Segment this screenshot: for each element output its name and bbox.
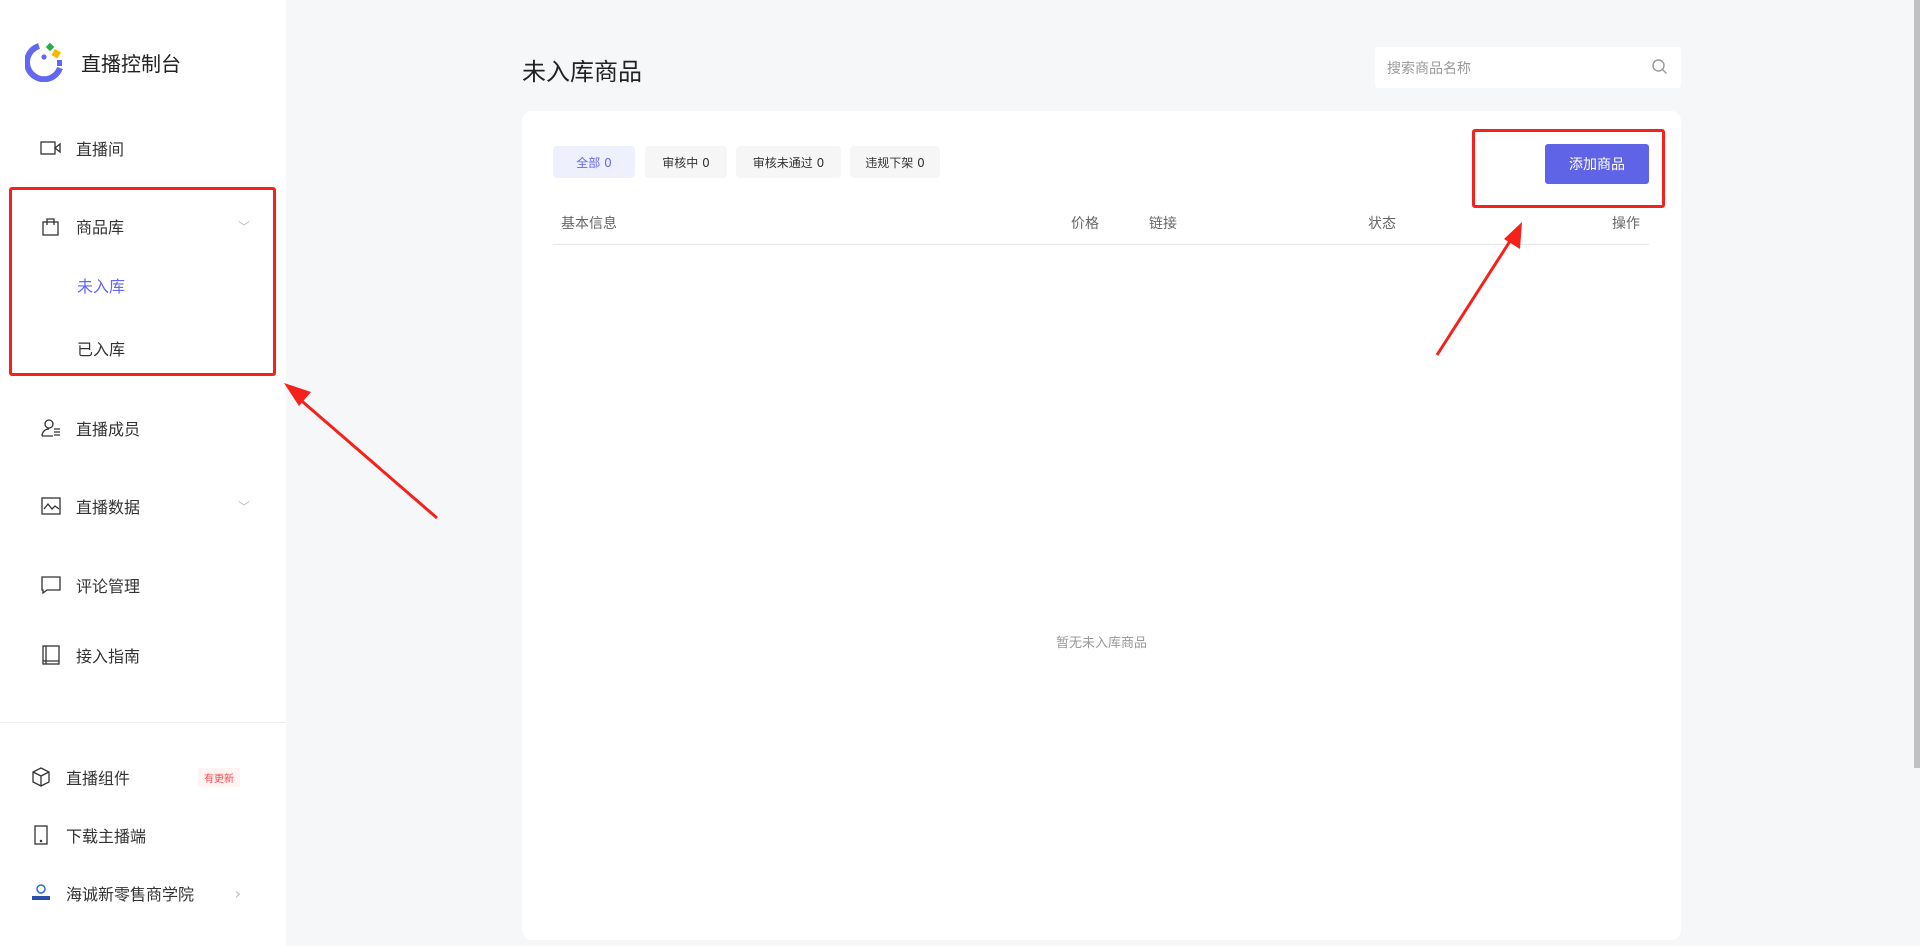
chevron-down-icon: ﹀: [237, 499, 250, 514]
search-placeholder: 搜索商品名称: [1387, 60, 1471, 77]
sidebar-item-label: 下载主播端: [66, 827, 147, 846]
member-icon: [41, 419, 60, 437]
page-title: 未入库商品: [522, 58, 642, 86]
column-actions: 操作: [1612, 216, 1640, 232]
sidebar-item-download-host[interactable]: 下载主播端: [31, 823, 241, 847]
sidebar-item-label: 接入指南: [76, 647, 141, 666]
tab-removed[interactable]: 违规下架 0: [850, 146, 940, 178]
annotation-arrow-sidebar: [284, 383, 438, 520]
sidebar-item-label: 直播组件: [66, 769, 131, 788]
sidebar-item-label: 直播成员: [76, 420, 141, 439]
academy-logo-icon: [32, 884, 50, 900]
sidebar-item-guide[interactable]: 接入指南: [40, 643, 250, 667]
app-logo-icon: [25, 42, 63, 82]
sidebar-item-live-widget[interactable]: 直播组件 有更新: [31, 765, 241, 789]
sidebar-item-live-room[interactable]: 直播间: [40, 136, 250, 160]
search-icon[interactable]: [1651, 58, 1669, 76]
sidebar: 直播控制台 直播间 商品库 ﹀ 未入库 已入库 直播成员 直播数据 ﹀ 评论管理…: [0, 0, 286, 946]
sidebar-item-live-data[interactable]: 直播数据 ﹀: [40, 494, 250, 518]
sidebar-item-label: 直播间: [76, 140, 125, 159]
sidebar-item-academy[interactable]: 海诚新零售商学院 ›: [31, 881, 241, 905]
table-header-divider: [553, 244, 1649, 245]
annotation-box-sidebar: [9, 187, 276, 376]
search-input[interactable]: 搜索商品名称: [1375, 47, 1681, 88]
column-basic-info: 基本信息: [561, 216, 617, 232]
tab-all[interactable]: 全部 0: [553, 146, 635, 178]
cube-icon: [32, 767, 50, 787]
chevron-right-icon: ›: [234, 883, 241, 903]
sidebar-item-comments[interactable]: 评论管理: [40, 573, 250, 597]
sidebar-item-members[interactable]: 直播成员: [40, 416, 250, 440]
sidebar-divider: [0, 722, 286, 723]
scrollbar[interactable]: [1914, 0, 1920, 768]
column-price: 价格: [1071, 216, 1099, 232]
tab-rejected[interactable]: 审核未通过 0: [736, 146, 841, 178]
column-status: 状态: [1368, 216, 1396, 232]
column-link: 链接: [1149, 216, 1177, 232]
video-camera-icon: [40, 141, 61, 155]
empty-state-text: 暂无未入库商品: [1055, 636, 1147, 651]
app-title: 直播控制台: [81, 52, 181, 76]
annotation-box-add-button: [1472, 129, 1665, 208]
sidebar-item-label: 评论管理: [76, 577, 141, 596]
chart-icon: [41, 497, 61, 515]
book-icon: [42, 645, 60, 665]
sidebar-item-label: 海诚新零售商学院: [66, 885, 195, 904]
phone-icon: [34, 825, 48, 845]
update-badge: 有更新: [198, 767, 240, 787]
product-card: 全部 0 审核中 0 审核未通过 0 违规下架 0 添加商品 基本信息 价格 链…: [522, 111, 1681, 940]
sidebar-item-label: 直播数据: [76, 498, 141, 517]
comment-icon: [41, 576, 61, 595]
tab-reviewing[interactable]: 审核中 0: [645, 146, 727, 178]
